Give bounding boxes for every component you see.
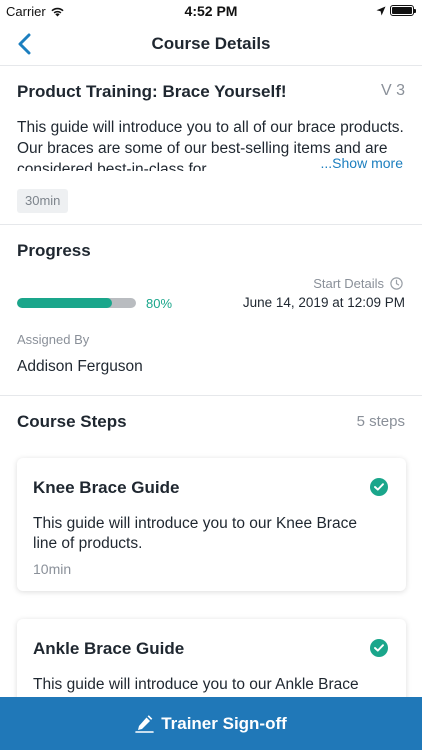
pen-sign-icon xyxy=(135,714,154,733)
start-date: June 14, 2019 at 12:09 PM xyxy=(242,295,405,310)
status-bar: Carrier 4:52 PM xyxy=(0,0,422,22)
start-details-label: Start Details xyxy=(313,276,384,291)
trainer-signoff-label: Trainer Sign-off xyxy=(161,713,287,733)
course-title: Product Training: Brace Yourself! xyxy=(17,82,287,101)
step-card[interactable]: Knee Brace Guide This guide will introdu… xyxy=(17,458,406,591)
step-title: Knee Brace Guide xyxy=(33,478,180,497)
step-description: This guide will introduce you to our Ank… xyxy=(33,676,359,693)
status-time: 4:52 PM xyxy=(184,3,238,19)
check-circle-icon xyxy=(370,639,388,657)
trainer-signoff-button[interactable]: Trainer Sign-off xyxy=(0,697,422,750)
progress-bar xyxy=(17,298,136,308)
step-description: This guide will introduce you to our Kne… xyxy=(33,515,357,552)
page-title: Course Details xyxy=(151,34,271,53)
course-version: V 3 xyxy=(380,82,405,99)
assigned-by-label: Assigned By xyxy=(17,332,90,347)
course-steps-heading: Course Steps xyxy=(17,412,127,431)
progress-bar-fill xyxy=(17,298,113,308)
step-duration: 10min xyxy=(33,561,72,577)
start-details[interactable]: Start Details xyxy=(313,276,403,291)
steps-count: 5 steps xyxy=(356,413,405,430)
location-icon xyxy=(376,6,386,15)
progress-heading: Progress xyxy=(17,241,91,260)
step-title: Ankle Brace Guide xyxy=(33,639,185,658)
battery-icon xyxy=(390,5,416,16)
clock-icon xyxy=(390,277,403,290)
nav-bar: Course Details xyxy=(0,22,422,66)
assigned-by-name: Addison Ferguson xyxy=(17,358,143,375)
progress-percent: 80% xyxy=(146,296,173,311)
check-circle-icon xyxy=(370,478,388,496)
course-info-section: Product Training: Brace Yourself! V 3 Th… xyxy=(0,66,422,225)
status-right xyxy=(376,5,416,16)
progress-section: Progress Start Details 80% June 14, 2019… xyxy=(0,225,422,396)
course-duration-badge: 30min xyxy=(17,189,69,213)
show-more-link[interactable]: ...Show more xyxy=(318,155,403,171)
